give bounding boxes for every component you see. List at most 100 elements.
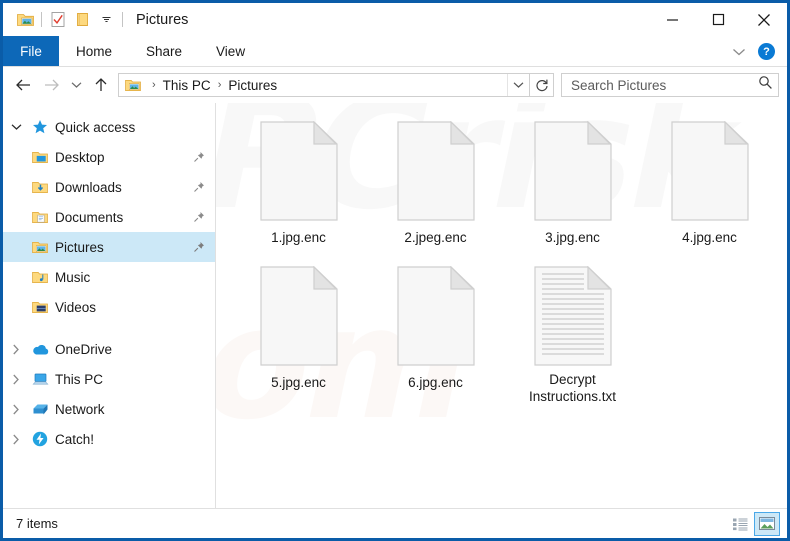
sidebar-label-onedrive: OneDrive bbox=[55, 341, 113, 357]
pin-icon[interactable] bbox=[193, 211, 205, 223]
sidebar-item-this-pc[interactable]: This PC bbox=[3, 364, 215, 394]
file-item[interactable]: 3.jpg.enc bbox=[504, 115, 641, 260]
search-icon[interactable] bbox=[758, 75, 773, 95]
ribbon-tab-bar: File Home Share View ? bbox=[3, 36, 787, 67]
sidebar-item-pictures[interactable]: Pictures bbox=[3, 232, 215, 262]
address-history-chevron-down-icon[interactable] bbox=[507, 74, 529, 96]
search-input[interactable]: Search Pictures bbox=[561, 73, 779, 97]
folder-videos-icon bbox=[29, 300, 51, 314]
sidebar-item-documents[interactable]: Documents bbox=[3, 202, 215, 232]
status-bar: 7 items bbox=[3, 508, 787, 538]
breadcrumb-separator-2[interactable]: › bbox=[211, 79, 229, 91]
up-button[interactable] bbox=[87, 71, 115, 99]
blank-file-icon bbox=[396, 121, 475, 227]
title-divider bbox=[122, 12, 123, 27]
expand-ribbon-chevron-down-icon[interactable] bbox=[726, 39, 752, 65]
new-folder-icon[interactable] bbox=[70, 9, 94, 31]
navigation-pane[interactable]: Quick access Desktop Downloads Documents… bbox=[3, 103, 216, 508]
this-pc-icon bbox=[29, 372, 51, 386]
sidebar-label-music: Music bbox=[55, 269, 91, 285]
star-icon bbox=[29, 119, 51, 135]
blank-file-icon bbox=[396, 266, 475, 372]
properties-checkmark-icon[interactable] bbox=[46, 9, 70, 31]
file-list-view[interactable]: 1.jpg.enc 2.jpeg.enc 3.jpg.enc 4.jpg.enc… bbox=[216, 103, 787, 508]
tab-home[interactable]: Home bbox=[59, 36, 129, 66]
sidebar-label-pictures: Pictures bbox=[55, 239, 104, 255]
folder-documents-icon bbox=[29, 210, 51, 224]
file-name-label: 4.jpg.enc bbox=[682, 230, 737, 245]
window-controls bbox=[649, 3, 787, 36]
onedrive-cloud-icon bbox=[29, 343, 51, 356]
sidebar-label-catch: Catch! bbox=[55, 431, 95, 447]
sidebar-item-onedrive[interactable]: OneDrive bbox=[3, 334, 215, 364]
address-bar: › This PC › Pictures Search Pictures bbox=[3, 67, 787, 103]
sidebar-item-network[interactable]: Network bbox=[3, 394, 215, 424]
chevron-right-icon[interactable] bbox=[3, 404, 29, 415]
file-name-label: Decrypt Instructions.txt bbox=[528, 372, 617, 404]
details-view-button[interactable] bbox=[728, 513, 752, 535]
ribbon-right-controls: ? bbox=[726, 36, 783, 67]
file-item[interactable]: Decrypt Instructions.txt bbox=[504, 260, 641, 405]
folder-pictures-icon[interactable] bbox=[13, 9, 37, 31]
pin-icon[interactable] bbox=[193, 241, 205, 253]
catch-lightning-icon bbox=[29, 431, 51, 447]
breadcrumb-item-this-pc[interactable]: This PC bbox=[163, 78, 211, 93]
sidebar-label-desktop: Desktop bbox=[55, 149, 105, 165]
forward-button bbox=[37, 71, 65, 99]
chevron-down-icon[interactable] bbox=[3, 123, 29, 131]
breadcrumb[interactable]: › This PC › Pictures bbox=[118, 73, 530, 97]
chevron-right-icon[interactable] bbox=[3, 434, 29, 445]
window-title: Pictures bbox=[136, 11, 189, 28]
help-button[interactable]: ? bbox=[758, 43, 775, 60]
quick-access-toolbar: Pictures bbox=[3, 9, 188, 31]
maximize-button[interactable] bbox=[695, 3, 741, 36]
file-item[interactable]: 4.jpg.enc bbox=[641, 115, 778, 260]
explorer-body: PCrisk .com Quick access bbox=[3, 103, 787, 508]
sidebar-item-desktop[interactable]: Desktop bbox=[3, 142, 215, 172]
chevron-right-icon[interactable] bbox=[3, 374, 29, 385]
folder-desktop-icon bbox=[29, 150, 51, 164]
back-button[interactable] bbox=[9, 71, 37, 99]
blank-file-icon bbox=[533, 121, 612, 227]
chevron-right-icon[interactable] bbox=[3, 344, 29, 355]
blank-file-icon bbox=[259, 266, 338, 372]
item-count-label: 7 items bbox=[16, 516, 58, 531]
file-item[interactable]: 6.jpg.enc bbox=[367, 260, 504, 405]
sidebar-label-this-pc: This PC bbox=[55, 371, 104, 387]
title-bar: Pictures bbox=[3, 3, 787, 36]
sidebar-label-quick-access: Quick access bbox=[55, 119, 136, 135]
sidebar-label-downloads: Downloads bbox=[55, 179, 122, 195]
text-file-icon bbox=[533, 266, 612, 369]
pin-icon[interactable] bbox=[193, 181, 205, 193]
sidebar-item-music[interactable]: Music bbox=[3, 262, 215, 292]
minimize-button[interactable] bbox=[649, 3, 695, 36]
file-item[interactable]: 2.jpeg.enc bbox=[367, 115, 504, 260]
tab-share[interactable]: Share bbox=[129, 36, 199, 66]
refresh-icon[interactable] bbox=[530, 73, 554, 97]
sidebar-item-catch[interactable]: Catch! bbox=[3, 424, 215, 454]
sidebar-item-videos[interactable]: Videos bbox=[3, 292, 215, 322]
sidebar-label-network: Network bbox=[55, 401, 105, 417]
tab-file[interactable]: File bbox=[3, 36, 59, 66]
file-name-label: 5.jpg.enc bbox=[271, 375, 326, 390]
close-button[interactable] bbox=[741, 3, 787, 36]
blank-file-icon bbox=[670, 121, 749, 227]
tab-view[interactable]: View bbox=[199, 36, 262, 66]
sidebar-item-quick-access[interactable]: Quick access bbox=[3, 112, 215, 142]
folder-music-icon bbox=[29, 270, 51, 284]
file-name-label: 3.jpg.enc bbox=[545, 230, 600, 245]
folder-downloads-icon bbox=[29, 180, 51, 194]
file-item[interactable]: 5.jpg.enc bbox=[230, 260, 367, 405]
folder-pictures-icon bbox=[29, 240, 51, 254]
recent-locations-chevron-down-icon[interactable] bbox=[65, 71, 87, 99]
chevron-down-icon[interactable] bbox=[94, 9, 118, 31]
pin-icon[interactable] bbox=[193, 151, 205, 163]
breadcrumb-item-pictures[interactable]: Pictures bbox=[228, 78, 277, 93]
file-item[interactable]: 1.jpg.enc bbox=[230, 115, 367, 260]
file-name-label: 6.jpg.enc bbox=[408, 375, 463, 390]
sidebar-item-downloads[interactable]: Downloads bbox=[3, 172, 215, 202]
file-name-label: 1.jpg.enc bbox=[271, 230, 326, 245]
large-icons-view-button[interactable] bbox=[754, 511, 780, 536]
breadcrumb-separator[interactable]: › bbox=[145, 79, 163, 91]
